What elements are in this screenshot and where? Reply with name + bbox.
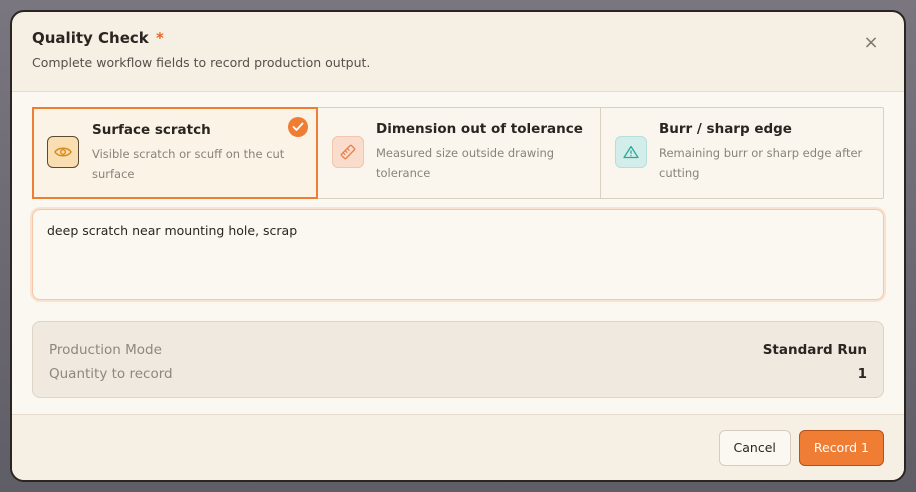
close-icon[interactable]: ×	[862, 34, 880, 52]
summary-row-quantity: Quantity to record 1	[49, 362, 867, 386]
quality-check-dialog: Quality Check * Complete workflow fields…	[10, 10, 906, 482]
quantity-value: 1	[857, 366, 867, 382]
checkmark-icon	[288, 117, 308, 137]
ruler-icon	[332, 136, 364, 168]
summary-row-mode: Production Mode Standard Run	[49, 338, 867, 362]
cancel-button[interactable]: Cancel	[718, 429, 791, 466]
dialog-header: Quality Check * Complete workflow fields…	[12, 12, 904, 92]
option-dimension-out-of-tolerance[interactable]: Dimension out of tolerance Measured size…	[318, 108, 601, 198]
option-title: Dimension out of tolerance	[376, 121, 583, 137]
option-burr-sharp-edge[interactable]: Burr / sharp edge Remaining burr or shar…	[601, 108, 883, 198]
dialog-title: Quality Check *	[32, 29, 884, 47]
record-button[interactable]: Record 1	[798, 429, 884, 466]
production-summary: Production Mode Standard Run Quantity to…	[32, 321, 884, 398]
eye-icon	[47, 136, 79, 168]
option-surface-scratch[interactable]: Surface scratch Visible scratch or scuff…	[32, 107, 318, 199]
defect-options: Surface scratch Visible scratch or scuff…	[32, 107, 884, 199]
option-title: Burr / sharp edge	[659, 121, 792, 137]
quantity-label: Quantity to record	[49, 366, 173, 382]
dialog-footer: Cancel Record 1	[12, 414, 904, 480]
production-mode-value: Standard Run	[762, 342, 867, 358]
required-mark: *	[155, 29, 164, 47]
dialog-title-text: Quality Check	[32, 29, 149, 47]
dialog-body: Surface scratch Visible scratch or scuff…	[12, 92, 904, 414]
option-description: Remaining burr or sharp edge after cutti…	[659, 146, 863, 180]
warning-triangle-icon	[615, 136, 647, 168]
option-title: Surface scratch	[92, 122, 211, 138]
production-mode-label: Production Mode	[49, 342, 162, 358]
notes-textarea[interactable]: deep scratch near mounting hole, scrap	[32, 209, 884, 300]
option-description: Measured size outside drawing tolerance	[376, 146, 555, 180]
dialog-subtitle: Complete workflow fields to record produ…	[32, 55, 371, 70]
option-description: Visible scratch or scuff on the cut surf…	[92, 147, 285, 181]
